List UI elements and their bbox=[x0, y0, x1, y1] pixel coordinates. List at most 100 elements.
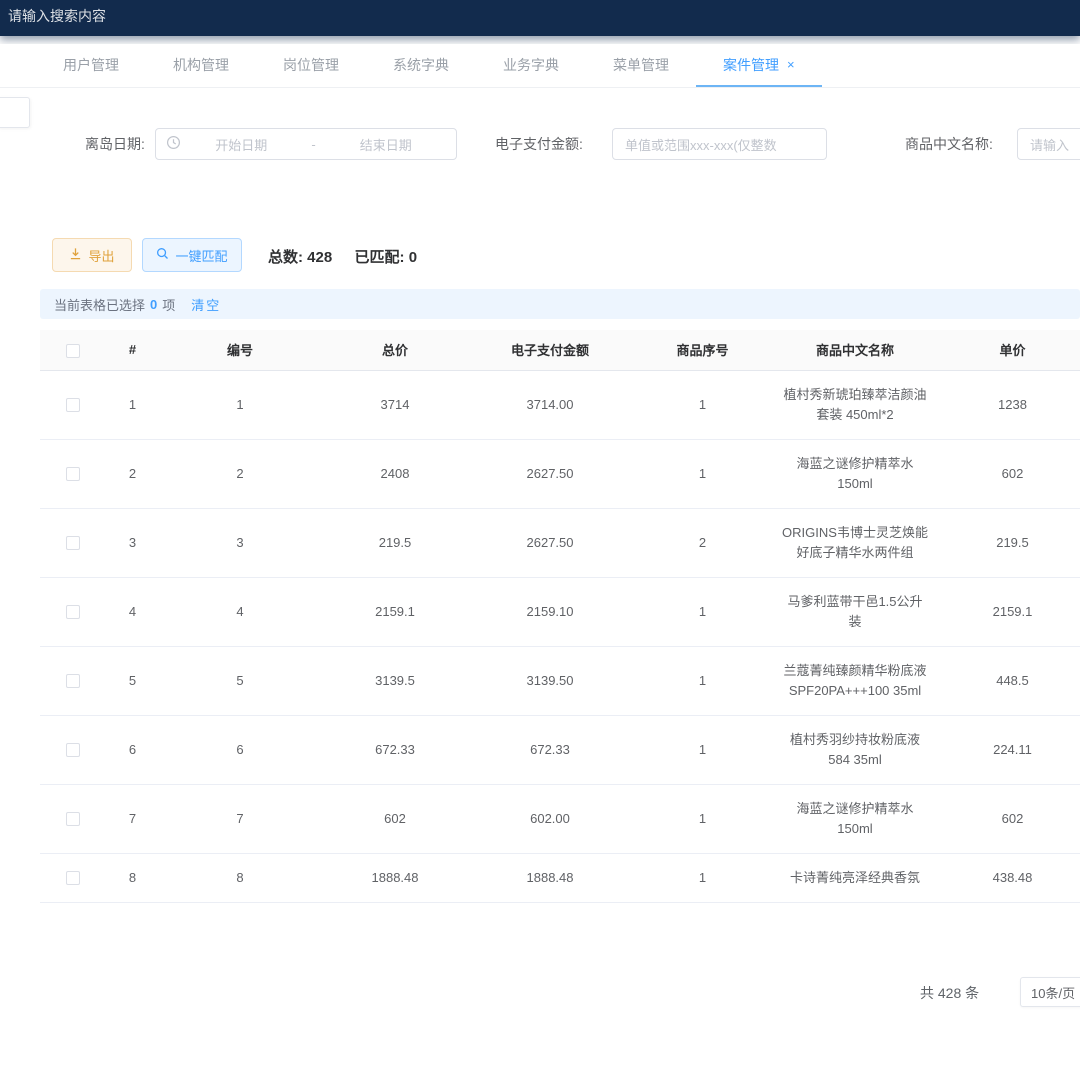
matched-label: 已匹配: bbox=[355, 249, 405, 266]
table-cell: 5 bbox=[105, 646, 160, 715]
match-button-label: 一键匹配 bbox=[175, 246, 227, 265]
sidebar-collapse-box[interactable] bbox=[0, 97, 30, 128]
select-all-checkbox[interactable] bbox=[66, 344, 80, 358]
table-cell: 4 bbox=[160, 577, 320, 646]
table-cell: 7 bbox=[105, 784, 160, 853]
row-checkbox[interactable] bbox=[66, 536, 80, 550]
tab-7[interactable]: 案件管理× bbox=[696, 44, 822, 87]
table-cell: ORIGINS韦博士灵芝焕能好底子精华水两件组 bbox=[775, 508, 935, 577]
table-cell: 2 bbox=[105, 439, 160, 508]
row-checkbox[interactable] bbox=[66, 871, 80, 885]
epay-amount-placeholder: 单值或范围xxx-xxx(仅整数 bbox=[625, 135, 777, 154]
page-size-value: 10条/页 bbox=[1031, 983, 1075, 1002]
row-checkbox[interactable] bbox=[66, 674, 80, 688]
table-cell: 2 bbox=[630, 508, 775, 577]
tab-6[interactable]: 菜单管理 bbox=[586, 44, 696, 87]
table-cell: 3714 bbox=[320, 370, 470, 439]
column-header: 商品中文名称 bbox=[775, 330, 935, 370]
table-cell: 448.5 bbox=[935, 646, 1080, 715]
table-cell: 2627.50 bbox=[470, 439, 630, 508]
table-row: 2224082627.501海蓝之谜修护精萃水 150ml602 bbox=[40, 439, 1080, 508]
tab-close-icon[interactable]: × bbox=[787, 57, 795, 72]
table-cell: 602 bbox=[935, 784, 1080, 853]
tab-4[interactable]: 系统字典 bbox=[366, 44, 476, 87]
row-checkbox[interactable] bbox=[66, 812, 80, 826]
date-end-placeholder[interactable]: 结束日期 bbox=[326, 135, 447, 154]
table-body: 1137143714.001植村秀新琥珀臻萃洁颜油套装 450ml*212382… bbox=[40, 370, 1080, 902]
one-click-match-button[interactable]: 一键匹配 bbox=[142, 238, 242, 272]
table-cell: 6 bbox=[160, 715, 320, 784]
table-cell: 植村秀羽纱持妆粉底液 584 35ml bbox=[775, 715, 935, 784]
tab-5[interactable]: 业务字典 bbox=[476, 44, 586, 87]
table-cell: 8 bbox=[160, 853, 320, 902]
column-header: 电子支付金额 bbox=[470, 330, 630, 370]
epay-filter-label: 电子支付金额: bbox=[495, 128, 583, 160]
table-cell: 植村秀新琥珀臻萃洁颜油套装 450ml*2 bbox=[775, 370, 935, 439]
table-row: 33219.52627.502ORIGINS韦博士灵芝焕能好底子精华水两件组21… bbox=[40, 508, 1080, 577]
match-stats: 总数: 428 已匹配: 0 bbox=[268, 246, 417, 267]
table-cell: 马爹利蓝带干邑1.5公升装 bbox=[775, 577, 935, 646]
global-search-input[interactable] bbox=[8, 8, 268, 24]
table-cell: 1 bbox=[630, 784, 775, 853]
table-cell: 3139.5 bbox=[320, 646, 470, 715]
table-cell: 8 bbox=[105, 853, 160, 902]
table-cell: 438.48 bbox=[935, 853, 1080, 902]
page-size-select[interactable]: 10条/页 bbox=[1020, 977, 1080, 1007]
tab-label: 岗位管理 bbox=[283, 55, 339, 75]
clock-icon bbox=[166, 135, 181, 153]
export-button[interactable]: 导出 bbox=[52, 238, 132, 272]
column-header: 商品序号 bbox=[630, 330, 775, 370]
row-checkbox[interactable] bbox=[66, 605, 80, 619]
table-row: 77602602.001海蓝之谜修护精萃水 150ml602 bbox=[40, 784, 1080, 853]
table-cell: 7 bbox=[160, 784, 320, 853]
table-row: 66672.33672.331植村秀羽纱持妆粉底液 584 35ml224.11 bbox=[40, 715, 1080, 784]
date-filter-label: 离岛日期: bbox=[85, 128, 145, 160]
table-cell: 2159.1 bbox=[935, 577, 1080, 646]
table-cell: 602 bbox=[320, 784, 470, 853]
top-navbar bbox=[0, 0, 1080, 36]
table-cell: 3 bbox=[160, 508, 320, 577]
table-row: 881888.481888.481卡诗菁纯亮泽经典香氛438.48 bbox=[40, 853, 1080, 902]
clear-selection-link[interactable]: 清空 bbox=[191, 295, 221, 314]
table-cell: 3 bbox=[105, 508, 160, 577]
tab-label: 菜单管理 bbox=[613, 55, 669, 75]
table-cell: 海蓝之谜修护精萃水 150ml bbox=[775, 784, 935, 853]
product-filter-label: 商品中文名称: bbox=[905, 128, 993, 160]
epay-amount-input[interactable]: 单值或范围xxx-xxx(仅整数 bbox=[612, 128, 827, 160]
row-checkbox[interactable] bbox=[66, 467, 80, 481]
total-value: 428 bbox=[307, 249, 332, 266]
tab-2[interactable]: 机构管理 bbox=[146, 44, 256, 87]
table-cell: 2159.10 bbox=[470, 577, 630, 646]
table-cell: 602 bbox=[935, 439, 1080, 508]
date-start-placeholder[interactable]: 开始日期 bbox=[181, 135, 302, 154]
export-button-label: 导出 bbox=[88, 246, 114, 265]
date-separator: - bbox=[302, 137, 326, 152]
selection-count: 0 bbox=[150, 297, 157, 312]
product-name-input[interactable]: 请输入 bbox=[1017, 128, 1080, 160]
column-header: 总价 bbox=[320, 330, 470, 370]
matched-value: 0 bbox=[409, 249, 417, 266]
tab-label: 业务字典 bbox=[503, 55, 559, 75]
table-cell: 219.5 bbox=[935, 508, 1080, 577]
row-checkbox[interactable] bbox=[66, 398, 80, 412]
table-cell: 海蓝之谜修护精萃水 150ml bbox=[775, 439, 935, 508]
tab-1[interactable]: 用户管理 bbox=[36, 44, 146, 87]
table-cell: 219.5 bbox=[320, 508, 470, 577]
table-cell: 602.00 bbox=[470, 784, 630, 853]
total-label: 总数: bbox=[268, 249, 303, 266]
table-cell: 1 bbox=[630, 715, 775, 784]
table-cell: 1 bbox=[160, 370, 320, 439]
selection-bar: 当前表格已选择 0 项 清空 bbox=[40, 289, 1080, 319]
row-checkbox[interactable] bbox=[66, 743, 80, 757]
tab-3[interactable]: 岗位管理 bbox=[256, 44, 366, 87]
results-table: #编号总价电子支付金额商品序号商品中文名称单价 1137143714.001植村… bbox=[40, 330, 1080, 905]
selection-prefix: 当前表格已选择 bbox=[54, 295, 145, 314]
table-cell: 6 bbox=[105, 715, 160, 784]
table-cell: 3714.00 bbox=[470, 370, 630, 439]
date-range-input[interactable]: 开始日期 - 结束日期 bbox=[155, 128, 457, 160]
table-row: 442159.12159.101马爹利蓝带干邑1.5公升装2159.1 bbox=[40, 577, 1080, 646]
table-cell: 2408 bbox=[320, 439, 470, 508]
tab-label: 机构管理 bbox=[173, 55, 229, 75]
table-cell: 1 bbox=[630, 853, 775, 902]
table-cell: 4 bbox=[105, 577, 160, 646]
